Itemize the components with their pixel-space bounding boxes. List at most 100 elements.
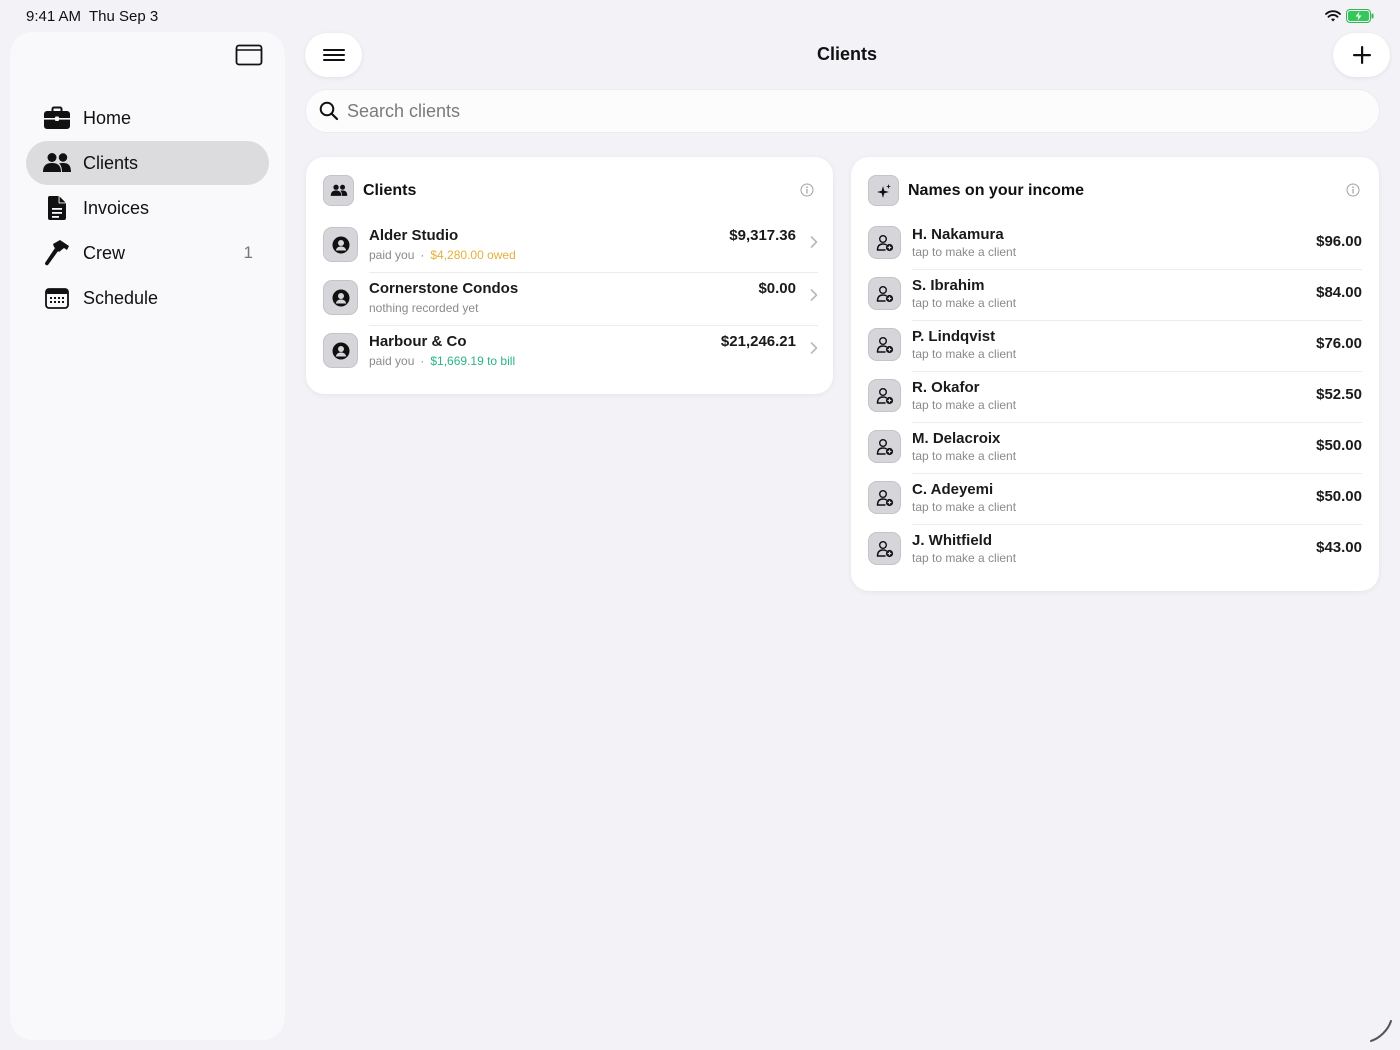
person-circle-icon [323, 280, 358, 315]
suggested-name-amount: $52.50 [1316, 386, 1362, 403]
client-name: Harbour & Co [369, 333, 467, 350]
client-name: Alder Studio [369, 227, 459, 244]
card-title: Names on your income [908, 181, 1085, 199]
card-header: Clients [323, 175, 416, 206]
sidebar-toggle-icon[interactable] [235, 44, 263, 66]
people-icon [323, 175, 354, 206]
sidebar: Home Clients Invoices Crew 1 Schedule [10, 32, 285, 1040]
calendar-icon [42, 285, 72, 311]
suggested-name-hint: tap to make a client [912, 500, 1017, 514]
suggested-name: C. Adeyemi [912, 481, 994, 498]
menu-button[interactable] [305, 33, 362, 77]
people-icon [42, 150, 72, 176]
sidebar-item-home[interactable]: Home [26, 96, 269, 140]
suggested-name-hint: tap to make a client [912, 551, 1017, 565]
client-status-text: paid you [369, 248, 415, 262]
person-add-icon [868, 226, 901, 259]
sparkle-icon [868, 175, 899, 206]
sidebar-item-clients[interactable]: Clients [26, 141, 269, 185]
person-add-icon [868, 481, 901, 514]
suggested-name-hint: tap to make a client [912, 398, 1017, 412]
suggested-name-hint: tap to make a client [912, 449, 1017, 463]
search-input[interactable] [347, 100, 1347, 122]
info-icon[interactable] [1346, 183, 1360, 197]
status-bar: 9:41 AM Thu Sep 3 [0, 0, 1400, 32]
sidebar-item-label: Invoices [83, 197, 150, 218]
person-add-icon [868, 430, 901, 463]
crew-count-badge: 1 [243, 243, 253, 262]
sidebar-item-label: Home [83, 107, 132, 128]
clients-card: Clients Alder Studio paid you · $4,280.00 … [306, 157, 833, 394]
client-status-text: paid you [369, 354, 415, 368]
client-to-bill-amount: $1,669.19 to bill [430, 354, 516, 368]
info-icon[interactable] [800, 183, 814, 197]
suggested-name: S. Ibrahim [912, 277, 985, 294]
battery-icon [1346, 9, 1374, 23]
document-icon [42, 195, 72, 221]
suggested-name-amount: $84.00 [1316, 284, 1362, 301]
suggested-name-amount: $50.00 [1316, 488, 1362, 505]
hammer-icon [42, 240, 72, 266]
add-client-button[interactable] [1333, 33, 1390, 77]
client-status: nothing recorded yet [369, 301, 479, 315]
card-title: Clients [363, 181, 417, 199]
client-amount: $21,246.21 [720, 333, 796, 350]
person-add-icon [868, 379, 901, 412]
names-on-income-card: Names on your income H. Nakamura tap to m… [851, 157, 1379, 591]
suggested-name: R. Okafor [912, 379, 980, 396]
suggested-name: J. Whitfield [912, 532, 992, 549]
search-icon [319, 101, 339, 121]
client-amount: $0.00 [758, 280, 796, 297]
suggested-name-row[interactable]: R. Okafor tap to make a client $52.50 [868, 372, 1362, 423]
suggested-name-amount: $43.00 [1316, 539, 1362, 556]
person-add-icon [868, 532, 901, 565]
status-date: Thu Sep 3 [89, 8, 159, 25]
client-row[interactable]: Harbour & Co paid you · $1,669.19 to bill … [323, 326, 818, 379]
page-title: Clients [816, 44, 877, 64]
person-add-icon [868, 328, 901, 361]
suggested-name-row[interactable]: M. Delacroix tap to make a client $50.00 [868, 423, 1362, 474]
chevron-right-icon [810, 236, 818, 248]
person-circle-icon [323, 227, 358, 262]
suggested-name-amount: $50.00 [1316, 437, 1362, 454]
client-status: paid you · $1,669.19 to bill [369, 354, 516, 368]
suggested-name-row[interactable]: H. Nakamura tap to make a client $96.00 [868, 219, 1362, 270]
sidebar-item-crew[interactable]: Crew 1 [26, 231, 269, 275]
sidebar-item-label: Crew [83, 242, 126, 263]
client-amount: $9,317.36 [729, 227, 796, 244]
person-circle-icon [323, 333, 358, 368]
suggested-name-hint: tap to make a client [912, 245, 1017, 259]
suggested-name-row[interactable]: J. Whitfield tap to make a client $43.00 [868, 525, 1362, 576]
scroll-indicator-icon [1370, 1020, 1392, 1042]
sidebar-item-label: Clients [83, 152, 139, 173]
briefcase-icon [42, 105, 72, 131]
client-status: paid you · $4,280.00 owed [369, 248, 516, 262]
search-bar [305, 89, 1380, 133]
suggested-name-amount: $96.00 [1316, 233, 1362, 250]
client-row[interactable]: Cornerstone Condos nothing recorded yet … [323, 273, 818, 326]
suggested-name-row[interactable]: S. Ibrahim tap to make a client $84.00 [868, 270, 1362, 321]
suggested-name: H. Nakamura [912, 226, 1004, 243]
chevron-right-icon [810, 342, 818, 354]
suggested-name-row[interactable]: C. Adeyemi tap to make a client $50.00 [868, 474, 1362, 525]
suggested-name-hint: tap to make a client [912, 347, 1017, 361]
suggested-name: M. Delacroix [912, 430, 1001, 447]
suggested-name: P. Lindqvist [912, 328, 996, 345]
chevron-right-icon [810, 289, 818, 301]
client-owed-amount: $4,280.00 owed [430, 248, 516, 262]
client-name: Cornerstone Condos [369, 280, 519, 297]
sidebar-item-invoices[interactable]: Invoices [26, 186, 269, 230]
sidebar-nav: Home Clients Invoices Crew 1 Schedule [26, 96, 269, 321]
suggested-name-row[interactable]: P. Lindqvist tap to make a client $76.00 [868, 321, 1362, 372]
sidebar-item-schedule[interactable]: Schedule [26, 276, 269, 320]
plus-icon [1352, 46, 1371, 64]
suggested-name-hint: tap to make a client [912, 296, 1017, 310]
wifi-icon [1325, 10, 1341, 22]
status-time: 9:41 AM [26, 8, 82, 25]
hamburger-icon [322, 49, 345, 61]
suggested-name-amount: $76.00 [1316, 335, 1362, 352]
card-header: Names on your income [868, 175, 1084, 206]
person-add-icon [868, 277, 901, 310]
client-row[interactable]: Alder Studio paid you · $4,280.00 owed $9,… [323, 220, 818, 273]
sidebar-item-label: Schedule [83, 287, 159, 308]
